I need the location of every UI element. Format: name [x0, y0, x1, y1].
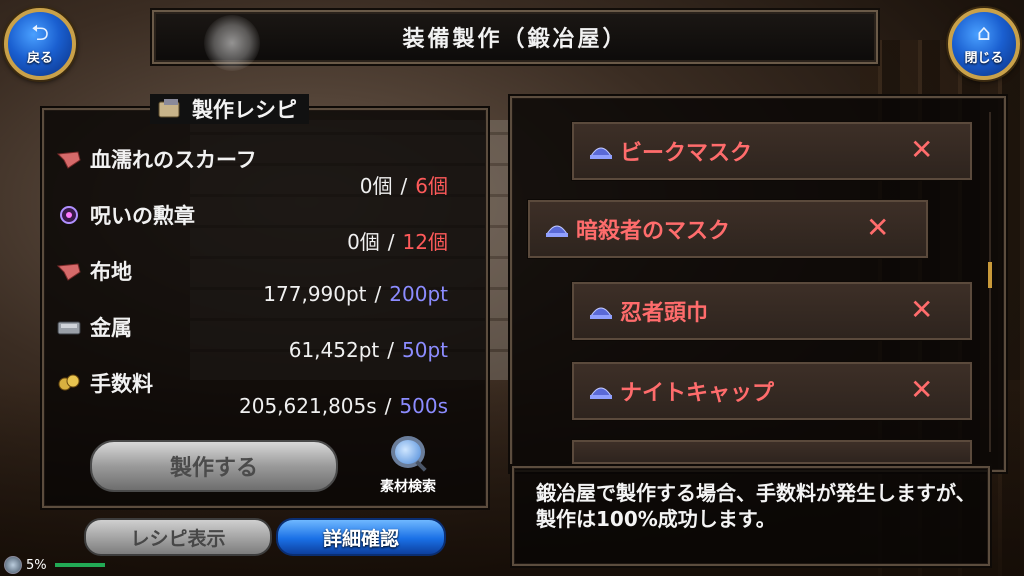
material-search-label: 素材検索 [380, 479, 436, 495]
close-button[interactable]: ⌂ 閉じる [948, 8, 1020, 80]
material-have: 0個 [347, 230, 380, 254]
material-search-button[interactable]: 素材検索 [368, 436, 448, 496]
material-count: 205,621,805s / 500s [239, 394, 448, 418]
material-have: 0個 [359, 174, 393, 198]
material-need: 12個 [402, 230, 448, 254]
scarf-icon [56, 151, 81, 169]
count-separator: / [400, 174, 408, 198]
material-count: 0個 / 6個 [360, 170, 448, 199]
recipe-panel-title: 製作レシピ [192, 98, 297, 122]
recipe-name: ビークマスク [620, 141, 753, 166]
touch-indicator [204, 15, 260, 71]
material-name: 布地 [90, 260, 132, 284]
material-count: 0個 / 12個 [347, 226, 448, 255]
material-name-wrap: 呪いの勲章 [56, 200, 195, 230]
material-name: 呪いの勲章 [90, 204, 195, 228]
back-label: 戻る [26, 50, 53, 66]
unavailable-mark-icon: ✕ [910, 133, 934, 166]
status-percent: 5% [26, 557, 47, 573]
message-box: 鍛冶屋で製作する場合、手数料が発生しますが、製作は100%成功します。 [512, 466, 990, 566]
material-need: 50pt [402, 338, 448, 362]
unavailable-mark-icon: ✕ [866, 211, 890, 244]
material-have: 177,990pt [263, 282, 367, 306]
material-name: 血濡れのスカーフ [90, 148, 257, 172]
helmet-icon [546, 225, 568, 237]
material-name: 手数料 [90, 372, 153, 396]
recipe-list-scroll-thumb[interactable] [988, 262, 992, 288]
recipe-item[interactable]: 忍者頭巾 ✕ [572, 282, 972, 340]
material-count: 61,452pt / 50pt [289, 338, 448, 362]
details-button[interactable]: 詳細確認 [276, 518, 446, 556]
material-name-wrap: 血濡れのスカーフ [56, 144, 257, 174]
status-indicator: 5% [4, 556, 105, 574]
unavailable-mark-icon: ✕ [910, 373, 934, 406]
recipe-item-partial[interactable] [572, 440, 972, 464]
status-bar [54, 563, 105, 567]
helmet-icon [590, 307, 612, 319]
material-name-wrap: 布地 [56, 256, 132, 286]
details-label: 詳細確認 [322, 527, 399, 550]
material-count: 177,990pt / 200pt [263, 282, 448, 306]
back-arrow-icon: ⮌ [31, 20, 49, 46]
material-need: 200pt [389, 282, 448, 306]
recipe-name: 忍者頭巾 [620, 301, 709, 326]
craft-button[interactable]: 製作する [90, 440, 338, 492]
count-separator: / [387, 230, 395, 254]
recipe-name: ナイトキャップ [620, 381, 775, 406]
craft-button-label: 製作する [169, 456, 258, 481]
back-button[interactable]: ⮌ 戻る [4, 8, 76, 80]
material-name-wrap: 金属 [56, 312, 132, 342]
recipe-name: 暗殺者のマスク [576, 219, 731, 244]
material-need: 6個 [415, 174, 448, 198]
magnifier-icon [391, 436, 425, 468]
material-name-wrap: 手数料 [56, 368, 153, 398]
message-text: 鍛冶屋で製作する場合、手数料が発生しますが、製作は100%成功します。 [536, 481, 976, 531]
recipe-item[interactable]: ビークマスク ✕ [572, 122, 972, 180]
show-recipe-button[interactable]: レシピ表示 [84, 518, 272, 556]
count-separator: / [374, 282, 382, 306]
cloth-icon [56, 263, 81, 281]
page-title: 装備製作（鍛冶屋） [402, 27, 628, 52]
material-have: 205,621,805s [239, 394, 377, 418]
material-have: 61,452pt [288, 338, 380, 362]
material-name: 金属 [90, 316, 132, 340]
helmet-icon [590, 147, 612, 159]
home-icon: ⌂ [977, 20, 991, 46]
metal-icon [57, 321, 81, 335]
material-need: 500s [399, 394, 448, 418]
coins-icon [58, 374, 80, 391]
recipe-panel-header: 製作レシピ [150, 94, 309, 124]
medal-icon [60, 206, 78, 224]
recipe-book-icon [158, 99, 180, 118]
count-separator: / [384, 394, 392, 418]
page-title-bar: 装備製作（鍛冶屋） [152, 10, 878, 64]
helmet-icon [590, 387, 612, 399]
recipe-item[interactable]: ナイトキャップ ✕ [572, 362, 972, 420]
show-recipe-label: レシピ表示 [130, 527, 226, 550]
close-label: 閉じる [964, 50, 1004, 66]
unavailable-mark-icon: ✕ [910, 293, 934, 326]
recipe-item-selected[interactable]: 暗殺者のマスク ✕ [528, 200, 928, 258]
count-separator: / [387, 338, 394, 362]
status-orb-icon [4, 556, 22, 574]
